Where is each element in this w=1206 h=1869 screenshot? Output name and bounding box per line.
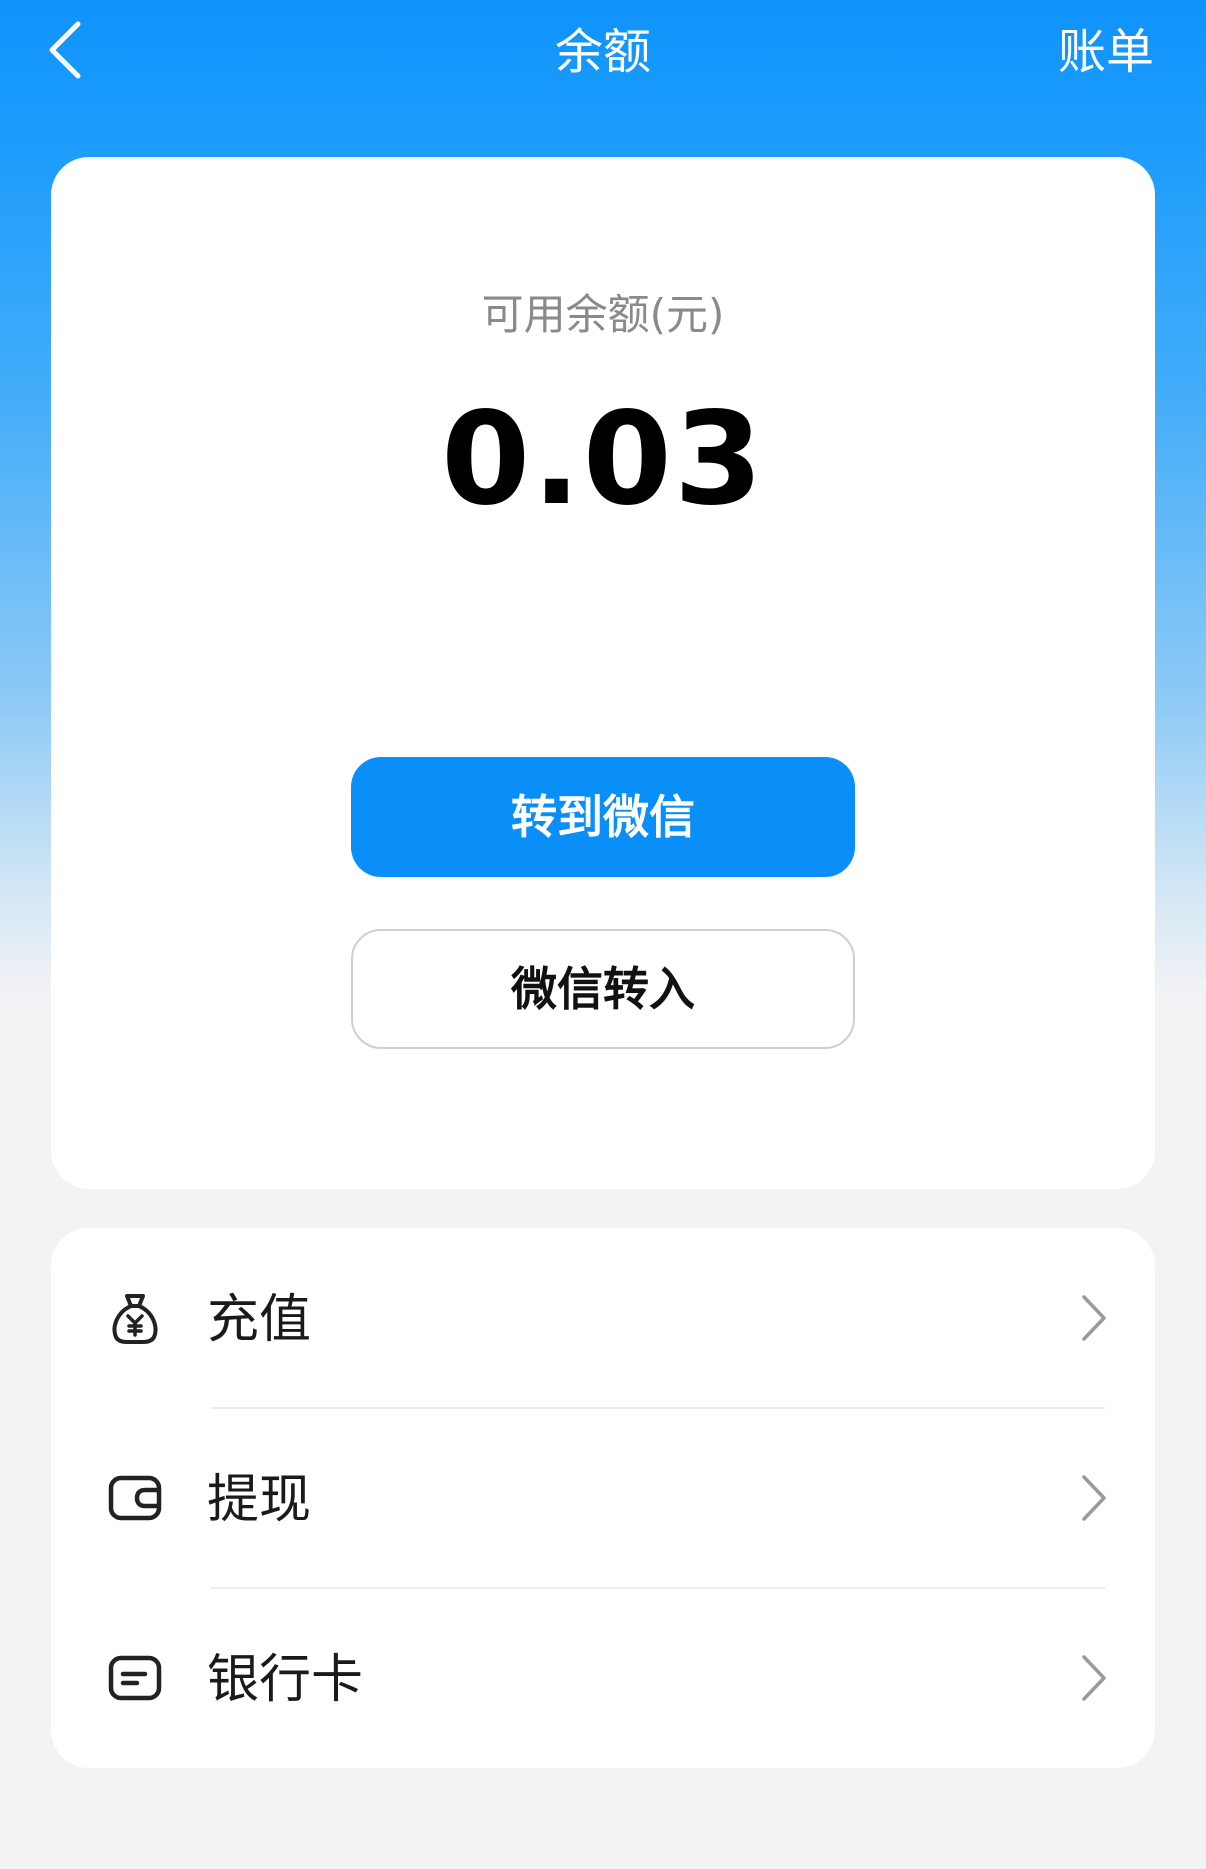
transfer-to-wechat-button[interactable]: 转到微信 — [351, 757, 855, 877]
bill-link[interactable]: 账单 — [1058, 22, 1154, 82]
top-nav-bar: 余额 账单 — [0, 0, 1206, 110]
balance-label: 可用余额(元) — [481, 290, 725, 339]
wechat-transfer-in-button[interactable]: 微信转入 — [351, 929, 855, 1049]
menu-item-label: 银行卡 — [207, 1650, 364, 1710]
balance-card: 可用余额(元) 0.03 转到微信 微信转入 — [51, 157, 1155, 1189]
money-bag-icon — [107, 1290, 163, 1346]
menu-item-recharge[interactable]: 充值 — [51, 1228, 1155, 1408]
menu-item-bank-card[interactable]: 银行卡 — [51, 1588, 1155, 1768]
chevron-right-icon — [1079, 1292, 1109, 1344]
wallet-icon — [107, 1470, 163, 1526]
menu-item-label: 充值 — [207, 1290, 312, 1350]
chevron-right-icon — [1079, 1472, 1109, 1524]
menu-item-withdraw[interactable]: 提现 — [51, 1408, 1155, 1588]
bank-card-icon — [107, 1650, 163, 1706]
menu-card: 充值 提现 银行卡 — [51, 1228, 1155, 1768]
chevron-right-icon — [1079, 1652, 1109, 1704]
balance-amount: 0.03 — [441, 385, 765, 534]
menu-item-label: 提现 — [207, 1470, 312, 1530]
page-title: 余额 — [554, 24, 651, 80]
